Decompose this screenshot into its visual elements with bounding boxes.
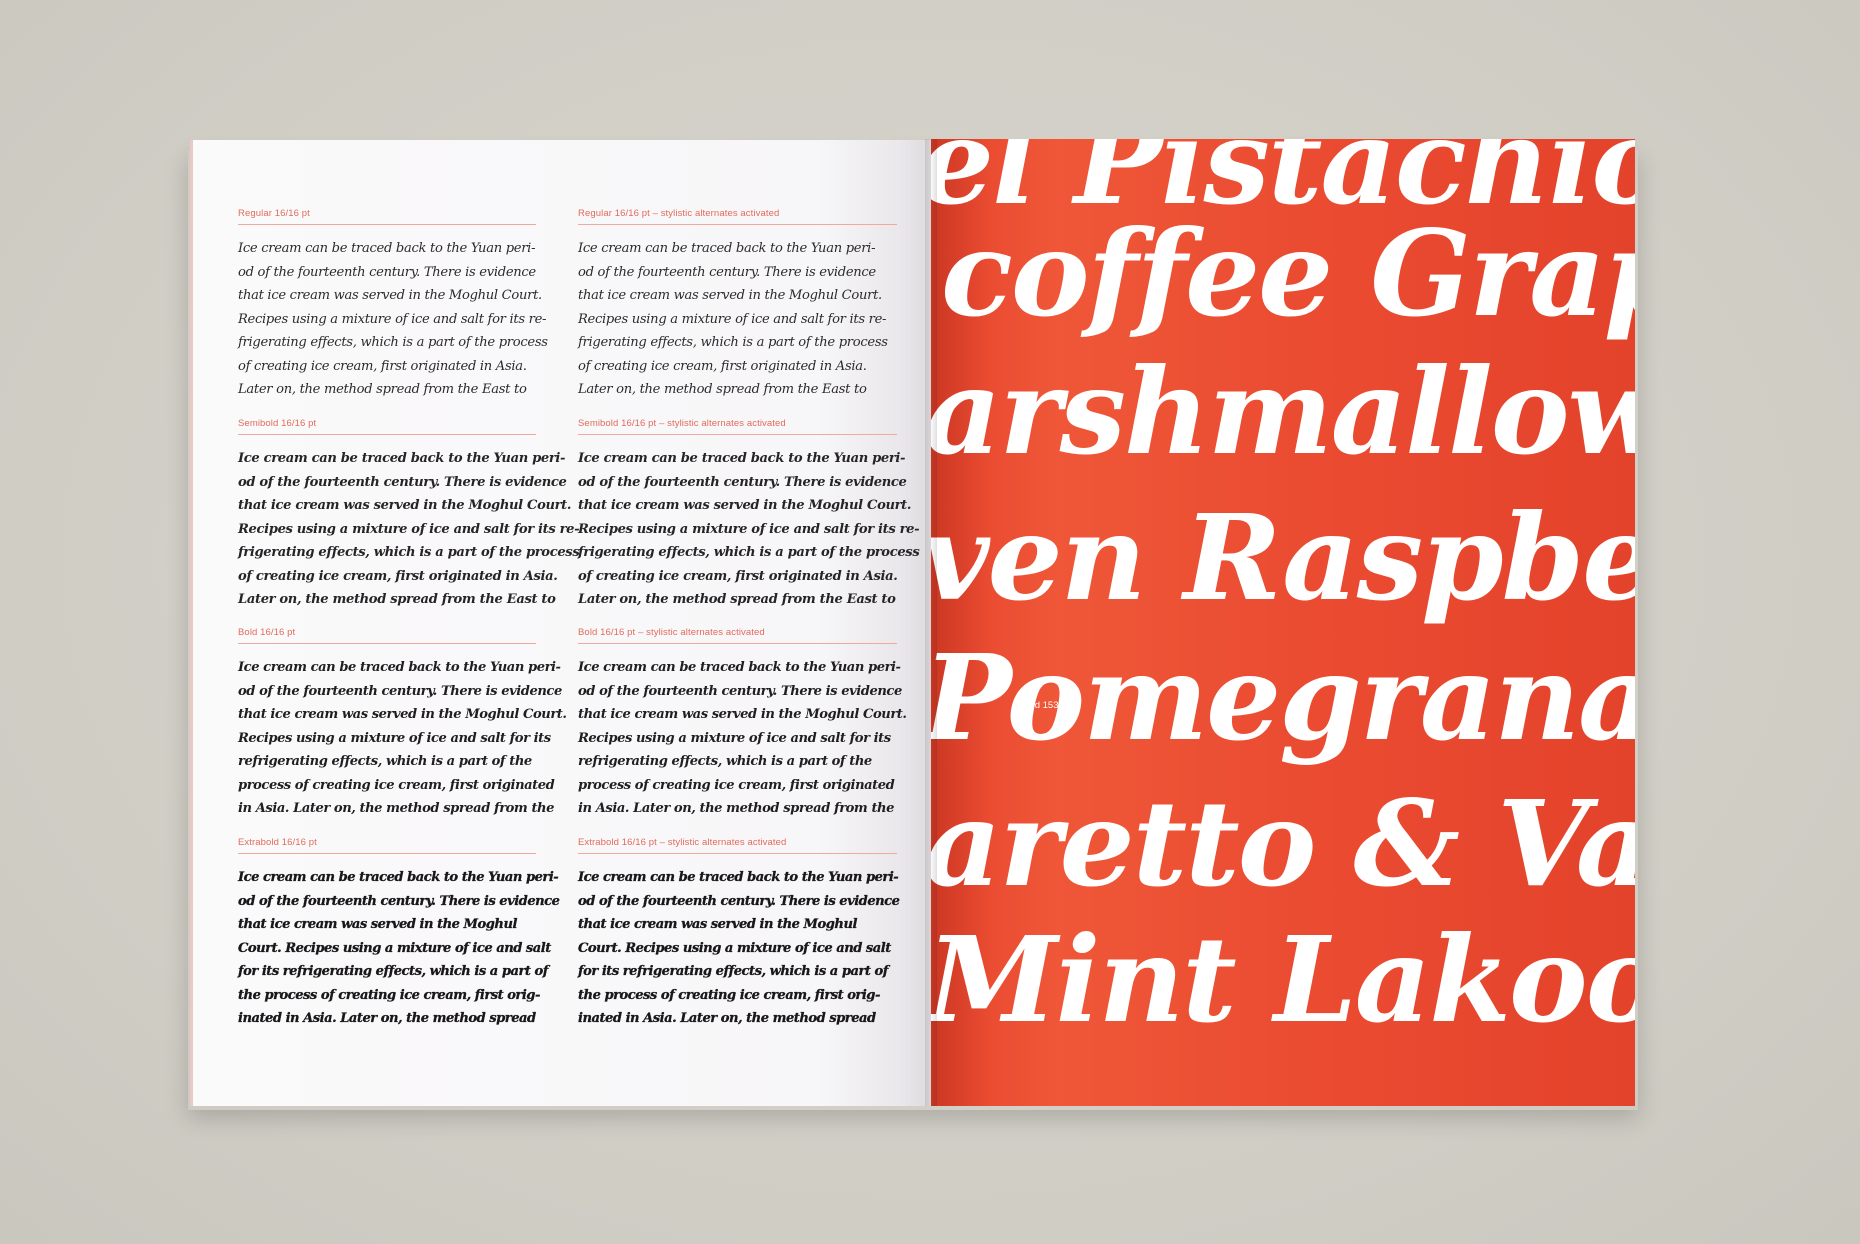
type-specimen-regular: Regular 16/16 pt Ice cream can be traced… bbox=[238, 208, 548, 402]
left-page-edge bbox=[190, 140, 193, 1106]
display-word: aretto & Van bbox=[931, 774, 1635, 913]
display-word: arshmallow bbox=[931, 342, 1635, 481]
text-line: of creating ice cream, first originated … bbox=[238, 568, 558, 584]
text-line: for its refrigerating effects, which is … bbox=[238, 964, 549, 979]
text-line: Later on, the method spread from the Eas… bbox=[238, 382, 527, 397]
text-line: that ice cream was served in the Moghul … bbox=[578, 498, 912, 513]
text-line: Later on, the method spread from the Eas… bbox=[578, 592, 896, 607]
text-line: of creating ice cream, first originated … bbox=[578, 568, 898, 584]
type-specimen-semibold-alternates: Semibold 16/16 pt – stylistic alternates… bbox=[578, 418, 920, 612]
text-line: frigerating effects, which is a part of … bbox=[578, 335, 888, 350]
text-line: Ice cream can be traced back to the Yuan… bbox=[238, 451, 566, 466]
text-line: frigerating effects, which is a part of … bbox=[238, 335, 548, 350]
type-specimen-extrabold: Extrabold 16/16 pt Ice cream can be trac… bbox=[238, 837, 560, 1031]
display-word: Pomegranat bbox=[931, 628, 1635, 767]
type-specimen-regular-alternates: Regular 16/16 pt – stylistic alternates … bbox=[578, 208, 897, 402]
text-line: that ice cream was served in the Moghul … bbox=[578, 707, 907, 722]
text-line: that ice cream was served in the Moghul bbox=[578, 917, 858, 932]
specimen-paragraph: Ice cream can be traced back to the Yuan… bbox=[578, 656, 907, 821]
specimen-caption: Semibold 16/16 pt – stylistic alternates… bbox=[578, 418, 897, 435]
text-line: Ice cream can be traced back to the Yuan… bbox=[578, 451, 906, 466]
display-word: ven Raspbe bbox=[931, 488, 1635, 627]
text-line: Recipes using a mixture of ice and salt … bbox=[238, 730, 551, 746]
text-line: od of the fourteenth century. There is e… bbox=[238, 893, 560, 909]
photo-scene: Regular 16/16 pt Ice cream can be traced… bbox=[0, 0, 1860, 1244]
text-line: od of the fourteenth century. There is e… bbox=[238, 683, 562, 699]
booklet-spine bbox=[925, 139, 937, 1106]
specimen-paragraph: Ice cream can be traced back to the Yuan… bbox=[238, 656, 567, 821]
text-line: for its refrigerating effects, which is … bbox=[578, 964, 889, 979]
right-page: el Pistachio coffee Grape arshmallow ven… bbox=[931, 139, 1635, 1106]
specimen-paragraph: Ice cream can be traced back to the Yuan… bbox=[238, 866, 560, 1031]
text-line: in Asia. Later on, the method spread fro… bbox=[238, 801, 554, 816]
text-line: refrigerating effects, which is a part o… bbox=[578, 754, 872, 769]
text-line: Court. Recipes using a mixture of ice an… bbox=[238, 940, 552, 956]
text-line: process of creating ice cream, first ori… bbox=[578, 777, 895, 793]
type-specimen-bold-alternates: Bold 16/16 pt – stylistic alternates act… bbox=[578, 627, 907, 821]
specimen-paragraph: Ice cream can be traced back to the Yuan… bbox=[238, 237, 548, 402]
text-line: of creating ice cream, first originated … bbox=[578, 358, 867, 374]
text-line: the process of creating ice cream, first… bbox=[578, 987, 881, 1003]
text-line: that ice cream was served in the Moghul … bbox=[578, 288, 882, 303]
text-line: Court. Recipes using a mixture of ice an… bbox=[578, 940, 892, 956]
size-caption: Bold 153 pt bbox=[1021, 700, 1070, 711]
text-line: od of the fourteenth century. There is e… bbox=[578, 683, 902, 699]
specimen-paragraph: Ice cream can be traced back to the Yuan… bbox=[238, 447, 580, 612]
specimen-caption: Bold 16/16 pt bbox=[238, 627, 536, 644]
type-specimen-semibold: Semibold 16/16 pt Ice cream can be trace… bbox=[238, 418, 580, 612]
text-line: refrigerating effects, which is a part o… bbox=[238, 754, 532, 769]
type-specimen-extrabold-alternates: Extrabold 16/16 pt – stylistic alternate… bbox=[578, 837, 900, 1031]
text-line: Ice cream can be traced back to the Yuan… bbox=[578, 660, 901, 675]
text-line: od of the fourteenth century. There is e… bbox=[578, 893, 900, 909]
text-line: od of the fourteenth century. There is e… bbox=[238, 264, 536, 280]
text-line: Ice cream can be traced back to the Yuan… bbox=[578, 241, 876, 256]
specimen-caption: Extrabold 16/16 pt – stylistic alternate… bbox=[578, 837, 897, 854]
specimen-paragraph: Ice cream can be traced back to the Yuan… bbox=[578, 447, 920, 612]
specimen-caption: Bold 16/16 pt – stylistic alternates act… bbox=[578, 627, 897, 644]
specimen-caption: Extrabold 16/16 pt bbox=[238, 837, 536, 854]
text-line: od of the fourteenth century. There is e… bbox=[578, 264, 876, 280]
display-word: Mint Lakoo bbox=[931, 910, 1635, 1049]
text-line: Later on, the method spread from the Eas… bbox=[238, 592, 556, 607]
specimen-paragraph: Ice cream can be traced back to the Yuan… bbox=[578, 866, 900, 1031]
text-line: the process of creating ice cream, first… bbox=[238, 987, 541, 1003]
text-line: frigerating effects, which is a part of … bbox=[238, 545, 580, 560]
specimen-paragraph: Ice cream can be traced back to the Yuan… bbox=[578, 237, 897, 402]
text-line: Later on, the method spread from the Eas… bbox=[578, 382, 867, 397]
text-line: process of creating ice cream, first ori… bbox=[238, 777, 555, 793]
text-line: Recipes using a mixture of ice and salt … bbox=[578, 521, 920, 537]
specimen-caption: Regular 16/16 pt – stylistic alternates … bbox=[578, 208, 897, 225]
type-specimen-bold: Bold 16/16 pt Ice cream can be traced ba… bbox=[238, 627, 567, 821]
text-line: Ice cream can be traced back to the Yuan… bbox=[238, 870, 559, 885]
display-word: coffee Grape bbox=[941, 204, 1635, 343]
text-line: od of the fourteenth century. There is e… bbox=[238, 474, 567, 490]
text-line: Recipes using a mixture of ice and salt … bbox=[238, 521, 580, 537]
text-line: inated in Asia. Later on, the method spr… bbox=[578, 1011, 876, 1026]
text-line: frigerating effects, which is a part of … bbox=[578, 545, 920, 560]
text-line: Ice cream can be traced back to the Yuan… bbox=[238, 241, 536, 256]
specimen-caption: Semibold 16/16 pt bbox=[238, 418, 536, 435]
text-line: Ice cream can be traced back to the Yuan… bbox=[578, 870, 899, 885]
text-line: that ice cream was served in the Moghul … bbox=[238, 707, 567, 722]
text-line: Recipes using a mixture of ice and salt … bbox=[578, 311, 887, 327]
text-line: Recipes using a mixture of ice and salt … bbox=[238, 311, 547, 327]
left-page: Regular 16/16 pt Ice cream can be traced… bbox=[190, 140, 931, 1106]
specimen-caption: Regular 16/16 pt bbox=[238, 208, 536, 225]
text-line: that ice cream was served in the Moghul … bbox=[238, 498, 572, 513]
text-line: Ice cream can be traced back to the Yuan… bbox=[238, 660, 561, 675]
text-line: that ice cream was served in the Moghul … bbox=[238, 288, 542, 303]
text-line: Recipes using a mixture of ice and salt … bbox=[578, 730, 891, 746]
text-line: that ice cream was served in the Moghul bbox=[238, 917, 518, 932]
text-line: inated in Asia. Later on, the method spr… bbox=[238, 1011, 536, 1026]
text-line: of creating ice cream, first originated … bbox=[238, 358, 527, 374]
text-line: in Asia. Later on, the method spread fro… bbox=[578, 801, 894, 816]
text-line: od of the fourteenth century. There is e… bbox=[578, 474, 907, 490]
